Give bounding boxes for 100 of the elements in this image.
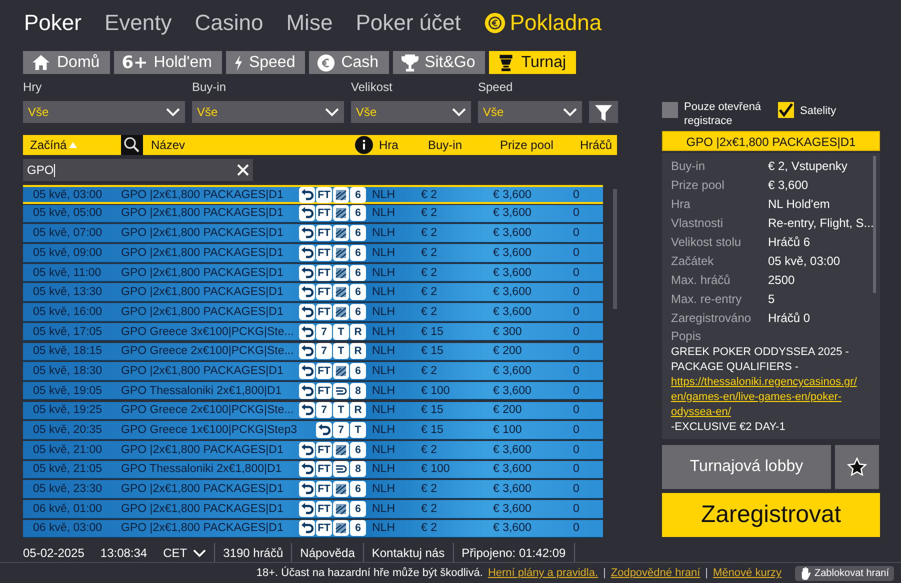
format-tag: T [333, 343, 349, 360]
property-label: Buy-in [671, 158, 706, 172]
status-link[interactable]: Kontaktuj nás [362, 543, 453, 563]
tournament-row[interactable]: 05 kvě, 20:35 GPO Greece 1x€100|PCKG|Step3 7 T NLH € 15 € 100 0 [23, 421, 603, 440]
tournament-row[interactable]: 05 kvě, 18:15 GPO Greece 2x€100|PCKG|Ste... 7 T R NLH € 15 € 200 0 [23, 342, 603, 362]
reentry-icon [299, 324, 315, 340]
filter-button[interactable] [589, 101, 618, 123]
tournament-name: GPO Greece 2x€100|PCKG|Ste... [121, 404, 295, 416]
reentry-icon [316, 422, 332, 438]
tournament-name: GPO |2x€1,800 PACKAGES|D1 [121, 189, 284, 201]
column-header[interactable]: Hráčů [580, 138, 618, 152]
scrollbar-thumb[interactable] [873, 156, 876, 293]
tournament-row[interactable]: 05 kvě, 23:30 GPO |2x€1,800 PACKAGES|D1 FT 6 NLH € 2 € 3,600 0 [23, 480, 603, 499]
player-count: 0 [573, 444, 580, 456]
dropdown[interactable]: Vše [351, 101, 471, 123]
nav-link[interactable]: Poker účet [356, 10, 461, 36]
search-field[interactable]: GPO [23, 159, 253, 181]
tournament-name: GPO |2x€1,800 PACKAGES|D1 [121, 266, 284, 279]
search-icon[interactable] [121, 135, 143, 155]
dropdown[interactable]: Vše [23, 101, 185, 123]
tab[interactable]: Speed [226, 51, 306, 74]
footer-link[interactable]: Herní plány a pravidla. [488, 567, 598, 579]
tournament-row[interactable]: 05 kvě, 19:25 GPO Greece 2x€100|PCKG|Ste... 7 T R NLH € 15 € 200 0 [23, 402, 603, 420]
reentry-icon [299, 264, 315, 281]
tournament-row[interactable]: 05 kvě, 21:00 GPO |2x€1,800 PACKAGES|D1 FT 6 NLH € 2 € 3,600 0 [23, 440, 603, 460]
tournament-row[interactable]: 05 kvě, 18:30 GPO |2x€1,800 PACKAGES|D1 FT 6 NLH € 2 € 3,600 0 [23, 362, 603, 381]
footer-link[interactable]: Měnové kurzy [713, 567, 782, 579]
tournament-row[interactable]: 05 kvě, 17:05 GPO Greece 3x€100|PCKG|Ste... 7 T R NLH € 15 € 300 0 [23, 322, 603, 342]
property-label: Velikost stolu [671, 234, 742, 248]
favorite-button[interactable] [835, 445, 879, 489]
tournament-row[interactable]: 05 kvě, 09:00 GPO |2x€1,800 PACKAGES|D1 FT 6 NLH € 2 € 3,600 0 [23, 244, 603, 263]
dropdown[interactable]: Vše [478, 101, 582, 123]
format-tag: 6 [350, 284, 366, 300]
checkbox[interactable] [778, 102, 794, 118]
player-count: 0 [573, 246, 580, 259]
tournament-row[interactable]: 05 kvě, 05:00 GPO |2x€1,800 PACKAGES|D1 FT 6 NLH € 2 € 3,600 0 [23, 204, 603, 224]
prize-pool: € 3,600 [493, 189, 532, 201]
scrollbar-thumb[interactable] [613, 189, 617, 309]
footer-link[interactable]: Zodpovědné hraní [610, 567, 700, 579]
player-count: 0 [573, 364, 580, 377]
reentry-icon [299, 187, 315, 203]
start-time: 05 kvě, 13:30 [32, 286, 104, 298]
player-count: 0 [573, 345, 580, 358]
column-header[interactable]: Název [151, 138, 186, 152]
description-text: GREEK POKER ODDYSSEA 2025 - PACKAGE QUALIFIERS - [671, 346, 849, 373]
checkbox[interactable] [662, 102, 678, 118]
tournament-row[interactable]: 05 kvě, 03:00 GPO |2x€1,800 PACKAGES|D1 FT 6 NLH € 2 € 3,600 0 [23, 185, 603, 204]
tournament-name: GPO |2x€1,800 PACKAGES|D1 [121, 444, 284, 456]
game-type: NLH [372, 364, 396, 377]
buy-in: € 2 [421, 444, 438, 456]
reentry-icon [299, 442, 315, 458]
tournament-row[interactable]: 05 kvě, 07:00 GPO |2x€1,800 PACKAGES|D1 FT 6 NLH € 2 € 3,600 0 [23, 224, 603, 243]
nav-link[interactable]: Mise [286, 10, 333, 36]
column-header[interactable]: Začíná [23, 138, 121, 152]
format-tag: FT [316, 442, 332, 458]
format-tag: FT [316, 244, 332, 261]
format-tag: FT [316, 205, 332, 222]
info-icon[interactable] [355, 136, 373, 154]
close-icon[interactable] [237, 164, 249, 176]
tab[interactable]: Turnaj [489, 51, 576, 74]
status-link[interactable]: Nápověda [291, 543, 363, 563]
game-type: NLH [372, 326, 396, 338]
tournament-row[interactable]: 06 kvě, 01:00 GPO |2x€1,800 PACKAGES|D1 FT 6 NLH € 2 € 3,600 0 [23, 500, 603, 519]
property-value: 2500 [768, 272, 796, 286]
tab[interactable]: Sit&Go [392, 51, 486, 74]
buy-in: € 2 [421, 266, 438, 279]
column-header[interactable]: Prize pool [500, 138, 580, 152]
register-button[interactable]: Zaregistrovat [662, 493, 880, 537]
reentry-icon [299, 402, 315, 418]
tournament-row[interactable]: 05 kvě, 13:30 GPO |2x€1,800 PACKAGES|D1 FT 6 NLH € 2 € 3,600 0 [23, 283, 603, 302]
prize-pool: € 3,600 [493, 463, 532, 476]
dropdown[interactable]: Vše [192, 101, 344, 123]
tab[interactable]: 6+ Hold'em [114, 51, 222, 74]
nav-link[interactable]: Casino [194, 10, 264, 36]
start-time: 05 kvě, 20:35 [32, 424, 104, 436]
block-gambling-button[interactable]: Zablokovat hraní [794, 566, 894, 580]
tournament-row[interactable]: 05 kvě, 19:05 GPO Thessaloniki 2x€1,800|D1 FT 8 NLH € 100 € 3,600 0 [23, 382, 603, 400]
filter-label: Hry [23, 80, 43, 94]
tab[interactable]: Domů [23, 51, 110, 74]
format-tag: 6 [350, 442, 366, 458]
start-time: 05 kvě, 18:15 [32, 345, 104, 358]
format-tag: FT [316, 284, 332, 300]
tournament-row[interactable]: 05 kvě, 21:05 GPO Thessaloniki 2x€1,800|D1 FT 8 NLH € 100 € 3,600 0 [23, 460, 603, 480]
player-count: 0 [573, 189, 580, 201]
column-header[interactable]: Hra [379, 138, 428, 152]
property-value: € 2, Vstupenky [768, 158, 848, 172]
description-link[interactable]: https://thessaloniki.regencycasinos.gr/en/games-en/live-games-en/poker-odyssea-en/ [671, 375, 862, 420]
lobby-button[interactable]: Turnajová lobby [662, 445, 831, 489]
tournament-row[interactable]: 06 kvě, 03:00 GPO |2x€1,800 PACKAGES|D1 FT 6 NLH € 2 € 3,600 0 [23, 520, 603, 538]
nav-link[interactable]: Eventy [104, 10, 172, 36]
format-tag: 8 [350, 382, 366, 399]
tournament-row[interactable]: 05 kvě, 11:00 GPO |2x€1,800 PACKAGES|D1 FT 6 NLH € 2 € 3,600 0 [23, 264, 603, 282]
timezone-dropdown[interactable]: CET [155, 546, 214, 560]
tab[interactable]: Cash [309, 51, 389, 74]
column-header[interactable]: Buy-in [428, 138, 500, 152]
nav-link[interactable]: Pokladna [484, 10, 602, 36]
checkbox-label: Pouze otevřená registrace [684, 100, 762, 128]
buy-in: € 2 [421, 306, 438, 318]
tournament-row[interactable]: 05 kvě, 16:00 GPO |2x€1,800 PACKAGES|D1 FT 6 NLH € 2 € 3,600 0 [23, 303, 603, 322]
nav-link[interactable]: Poker [24, 10, 82, 36]
